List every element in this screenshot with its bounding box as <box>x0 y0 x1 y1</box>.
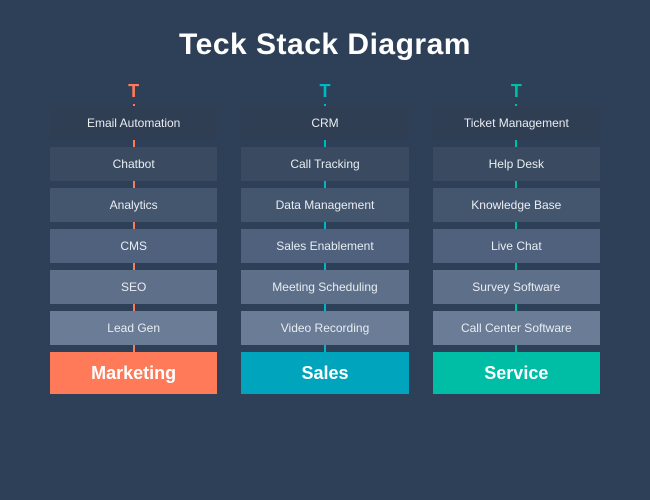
diagram-container: Teck Stack Diagram T Email Automation Ch… <box>0 0 650 500</box>
column-sales: T CRM Call Tracking Data Management Sale… <box>241 82 408 394</box>
t-marker-icon: T <box>319 82 330 100</box>
category-label: Sales <box>241 352 408 394</box>
stack-item: SEO <box>50 270 217 304</box>
stack-list: Ticket Management Help Desk Knowledge Ba… <box>433 106 600 345</box>
stack-item: Analytics <box>50 188 217 222</box>
stack-item: Chatbot <box>50 147 217 181</box>
diagram-title: Teck Stack Diagram <box>50 28 600 62</box>
stack-item: Call Center Software <box>433 311 600 345</box>
stack-item: Email Automation <box>50 106 217 140</box>
category-label: Marketing <box>50 352 217 394</box>
stack-list: CRM Call Tracking Data Management Sales … <box>241 106 408 345</box>
column-marketing: T Email Automation Chatbot Analytics CMS… <box>50 82 217 394</box>
stack-item: Sales Enablement <box>241 229 408 263</box>
columns-wrapper: T Email Automation Chatbot Analytics CMS… <box>50 82 600 394</box>
stack-list: Email Automation Chatbot Analytics CMS S… <box>50 106 217 345</box>
stack-item: Call Tracking <box>241 147 408 181</box>
stack-item: Live Chat <box>433 229 600 263</box>
stack-item: Knowledge Base <box>433 188 600 222</box>
stack-item: Data Management <box>241 188 408 222</box>
stack-item: Help Desk <box>433 147 600 181</box>
t-marker-icon: T <box>511 82 522 100</box>
stack-item: CRM <box>241 106 408 140</box>
stack-item: Ticket Management <box>433 106 600 140</box>
stack-item: Survey Software <box>433 270 600 304</box>
t-marker-icon: T <box>128 82 139 100</box>
stack-item: Video Recording <box>241 311 408 345</box>
column-service: T Ticket Management Help Desk Knowledge … <box>433 82 600 394</box>
stack-item: CMS <box>50 229 217 263</box>
category-label: Service <box>433 352 600 394</box>
stack-item: Meeting Scheduling <box>241 270 408 304</box>
stack-item: Lead Gen <box>50 311 217 345</box>
